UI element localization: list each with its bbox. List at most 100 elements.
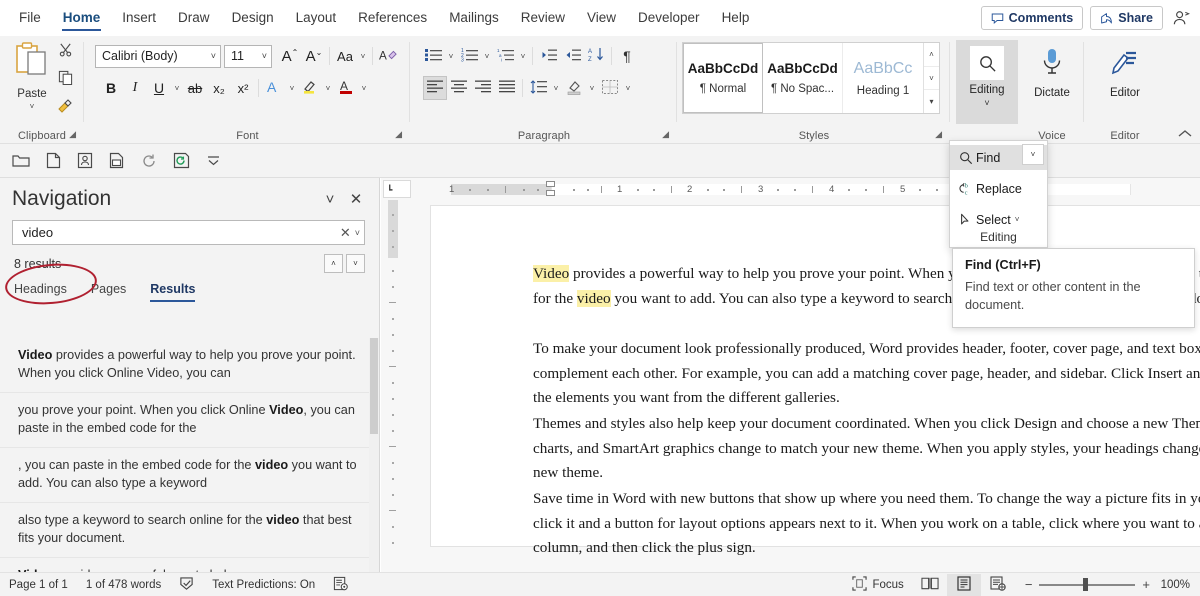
menu-item-replace[interactable]: bc Replace xyxy=(950,176,1047,201)
vertical-ruler[interactable] xyxy=(381,200,405,572)
tab-references[interactable]: References xyxy=(347,0,438,36)
chevron-down-icon[interactable]: ˅ xyxy=(357,52,369,61)
find-options-split-button[interactable]: ˅ xyxy=(1022,144,1044,165)
chevron-down-icon[interactable]: ˅ xyxy=(550,84,562,93)
underline-button[interactable]: U xyxy=(147,76,171,100)
align-right-button[interactable] xyxy=(471,76,495,100)
chevron-down-icon[interactable]: ˅ xyxy=(30,102,35,111)
tab-file[interactable]: File xyxy=(8,0,52,36)
tab-developer[interactable]: Developer xyxy=(627,0,711,36)
paragraph-2[interactable]: To make your document look professionall… xyxy=(533,337,1200,411)
copy-button[interactable] xyxy=(52,68,78,92)
zoom-slider[interactable]: − + xyxy=(1015,577,1160,592)
zoom-track[interactable] xyxy=(1039,578,1135,592)
search-input[interactable] xyxy=(20,224,336,241)
chevron-down-icon[interactable]: ˅ xyxy=(355,228,360,238)
borders-button[interactable] xyxy=(598,76,622,100)
collapse-ribbon-button[interactable] xyxy=(1178,129,1192,141)
style-no-spacing[interactable]: AaBbCcDd ¶ No Spac... xyxy=(763,43,843,113)
word-count[interactable]: 1 of 478 words xyxy=(77,573,170,596)
tab-view[interactable]: View xyxy=(576,0,627,36)
tab-review[interactable]: Review xyxy=(510,0,576,36)
align-center-button[interactable] xyxy=(447,76,471,100)
nav-tab-results[interactable]: Results xyxy=(150,282,195,302)
close-icon[interactable]: ✕ xyxy=(343,186,369,212)
styles-gallery-scroll[interactable]: ˄ ˅ ▾ xyxy=(923,43,939,113)
tab-insert[interactable]: Insert xyxy=(111,0,167,36)
subscript-button[interactable]: x₂ xyxy=(207,76,231,100)
chevron-down-icon[interactable]: ˅ xyxy=(358,84,370,93)
list-item[interactable]: , you can paste in the embed code for th… xyxy=(0,448,379,503)
save-sync-icon[interactable] xyxy=(166,147,196,175)
superscript-button[interactable]: x² xyxy=(231,76,255,100)
web-layout-button[interactable] xyxy=(981,574,1015,596)
paste-button[interactable]: Paste ˅ xyxy=(8,41,56,129)
nav-tab-pages[interactable]: Pages xyxy=(91,282,126,302)
text-predictions[interactable]: Text Predictions: On xyxy=(203,573,324,596)
accessibility-checker[interactable] xyxy=(324,573,357,596)
zoom-in-button[interactable]: + xyxy=(1142,577,1150,592)
tab-home[interactable]: Home xyxy=(52,0,112,36)
increase-indent-button[interactable] xyxy=(560,44,584,68)
chevron-down-icon[interactable]: ˅ xyxy=(924,67,939,91)
justify-button[interactable] xyxy=(495,76,519,100)
nav-tab-headings[interactable]: Headings xyxy=(14,282,67,302)
chevron-down-icon[interactable]: ˅ xyxy=(517,52,529,61)
chevron-down-icon[interactable]: ˅ xyxy=(171,84,183,93)
previous-result-button[interactable]: ˄ xyxy=(324,254,343,273)
multilevel-list-button[interactable]: 1ai xyxy=(493,44,517,68)
sort-button[interactable]: AZ xyxy=(584,44,608,68)
styles-gallery[interactable]: AaBbCcDd ¶ Normal AaBbCcDd ¶ No Spac... … xyxy=(682,42,940,114)
list-item[interactable]: Video provides a powerful way to help yo… xyxy=(0,558,379,572)
line-spacing-button[interactable] xyxy=(526,76,550,100)
next-result-button[interactable]: ˅ xyxy=(346,254,365,273)
comments-button[interactable]: Comments xyxy=(981,6,1084,30)
expand-gallery-icon[interactable]: ▾ xyxy=(924,90,939,113)
styles-dialog-launcher[interactable]: ◢ xyxy=(935,129,942,140)
tab-layout[interactable]: Layout xyxy=(285,0,348,36)
tab-stop-left-icon[interactable]: ┗ xyxy=(383,180,411,198)
zoom-level[interactable]: 100% xyxy=(1160,579,1200,591)
cut-button[interactable] xyxy=(52,40,78,64)
format-painter-button[interactable] xyxy=(52,96,78,120)
chevron-down-icon[interactable]: ˅ xyxy=(322,84,334,93)
align-left-button[interactable] xyxy=(423,76,447,100)
overflow-chevron-icon[interactable] xyxy=(198,147,228,175)
chevron-up-icon[interactable]: ˄ xyxy=(924,43,939,67)
clear-formatting-button[interactable]: A xyxy=(376,44,400,68)
chevron-down-icon[interactable]: ˅ xyxy=(445,52,457,61)
shrink-font-button[interactable]: A⌄ xyxy=(302,44,326,68)
clipboard-dialog-launcher[interactable]: ◢ xyxy=(69,129,76,140)
proofing-status[interactable] xyxy=(170,573,203,596)
numbering-button[interactable]: 123 xyxy=(457,44,481,68)
paragraph-dialog-launcher[interactable]: ◢ xyxy=(662,129,669,140)
search-box[interactable]: ✕ ˅ xyxy=(12,220,365,245)
chevron-down-icon[interactable]: ˅ xyxy=(481,52,493,61)
shading-button[interactable] xyxy=(562,76,586,100)
navigation-scrollbar[interactable] xyxy=(369,338,379,572)
horizontal-ruler[interactable]: ┗ 1 1 2 3 4 5 6 xyxy=(381,178,1200,200)
focus-button[interactable]: Focus xyxy=(843,573,912,596)
ruler-track[interactable]: 1 1 2 3 4 5 6 xyxy=(425,181,1200,197)
style-heading-1[interactable]: AaBbCc Heading 1 xyxy=(843,43,923,113)
text-effects-button[interactable]: A xyxy=(262,76,286,100)
zoom-out-button[interactable]: − xyxy=(1025,577,1033,592)
highlight-button[interactable] xyxy=(298,76,322,100)
grow-font-button[interactable]: A⌃ xyxy=(278,44,302,68)
font-dialog-launcher[interactable]: ◢ xyxy=(395,129,402,140)
first-line-indent-marker[interactable] xyxy=(546,181,555,187)
bold-button[interactable]: B xyxy=(99,76,123,100)
change-case-button[interactable]: Aa xyxy=(333,44,357,68)
editing-button[interactable]: Editing ˅ xyxy=(956,40,1018,124)
search-results-list[interactable]: Video provides a powerful way to help yo… xyxy=(0,338,379,572)
hanging-indent-marker[interactable] xyxy=(546,190,555,196)
clear-x-icon[interactable]: ✕ xyxy=(336,225,355,241)
read-mode-button[interactable] xyxy=(913,574,947,596)
editing-dropdown-menu[interactable]: Find ˅ bc Replace Select ˅ Editing xyxy=(949,140,1048,248)
tab-mailings[interactable]: Mailings xyxy=(438,0,510,36)
chevron-down-icon[interactable]: ˅ xyxy=(317,186,343,212)
open-folder-icon[interactable] xyxy=(6,147,36,175)
list-item[interactable]: also type a keyword to search online for… xyxy=(0,503,379,558)
chevron-down-icon[interactable]: ˅ xyxy=(622,84,634,93)
menu-item-select[interactable]: Select ˅ xyxy=(950,207,1047,232)
